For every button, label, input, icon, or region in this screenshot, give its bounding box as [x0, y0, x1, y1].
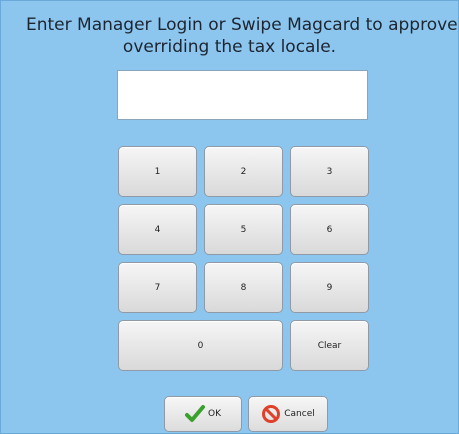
- key-9-label: 9: [326, 282, 333, 293]
- key-5-label: 5: [240, 224, 247, 235]
- clear-label: Clear: [317, 340, 342, 351]
- login-input[interactable]: [117, 70, 368, 120]
- key-2-label: 2: [240, 166, 247, 177]
- key-4[interactable]: 4: [118, 204, 197, 255]
- clear-button[interactable]: Clear: [290, 320, 369, 371]
- key-6-label: 6: [326, 224, 333, 235]
- key-8-label: 8: [240, 282, 247, 293]
- key-3[interactable]: 3: [290, 146, 369, 197]
- prompt-line-1: Enter Manager Login or Swipe Magcard to …: [26, 15, 458, 35]
- no-symbol-icon: [262, 405, 281, 423]
- key-1-label: 1: [154, 166, 161, 177]
- checkmark-icon: [185, 405, 205, 422]
- key-4-label: 4: [154, 224, 161, 235]
- key-0-label: 0: [197, 340, 204, 351]
- key-7[interactable]: 7: [118, 262, 197, 313]
- key-2[interactable]: 2: [204, 146, 283, 197]
- prompt-line-2: overriding the tax locale.: [122, 37, 337, 57]
- key-7-label: 7: [154, 282, 161, 293]
- key-0[interactable]: 0: [118, 320, 283, 371]
- key-6[interactable]: 6: [290, 204, 369, 255]
- cancel-label: Cancel: [284, 409, 315, 419]
- key-5[interactable]: 5: [204, 204, 283, 255]
- key-9[interactable]: 9: [290, 262, 369, 313]
- ok-button[interactable]: OK: [164, 396, 242, 432]
- key-1[interactable]: 1: [118, 146, 197, 197]
- cancel-button[interactable]: Cancel: [248, 396, 328, 432]
- key-8[interactable]: 8: [204, 262, 283, 313]
- ok-label: OK: [208, 409, 221, 419]
- key-3-label: 3: [326, 166, 333, 177]
